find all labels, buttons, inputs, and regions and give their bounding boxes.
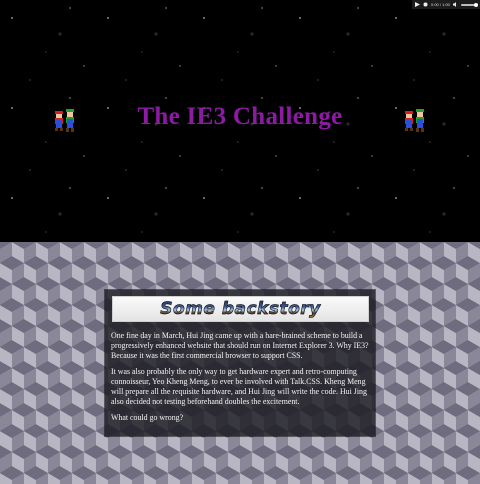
audio-player: 0:00 / 1:00 xyxy=(412,0,480,9)
backstory-heading: Some backstory xyxy=(160,299,321,320)
play-icon[interactable] xyxy=(415,2,420,7)
backstory-paragraph: One fine day in March, Hui Jing came up … xyxy=(111,331,369,360)
backstory-paragraph: What could go wrong? xyxy=(111,413,184,422)
mario-luigi-sprite-icon xyxy=(403,108,427,134)
player-time: 0:00 / 1:00 xyxy=(431,2,450,7)
volume-icon[interactable] xyxy=(452,2,458,7)
volume-slider[interactable] xyxy=(460,2,479,7)
backstory-paragraph: It was also probably the only way to get… xyxy=(111,367,367,406)
stop-icon[interactable] xyxy=(423,2,428,7)
backstory-text: One fine day in March, Hui Jing came up … xyxy=(111,331,369,429)
starfield-header: 0:00 / 1:00 The IE3 Challenge xyxy=(0,0,480,242)
backstory-banner: Some backstory xyxy=(112,296,369,322)
